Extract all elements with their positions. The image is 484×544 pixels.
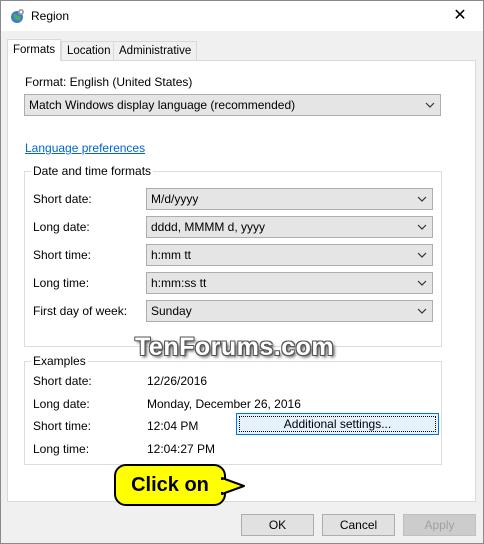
long-date-label: Long date:	[33, 220, 90, 234]
cancel-button[interactable]: Cancel	[322, 514, 395, 536]
short-time-dropdown[interactable]: h:mm tt	[146, 244, 433, 266]
long-date-dropdown[interactable]: dddd, MMMM d, yyyy	[146, 216, 433, 238]
tab-location[interactable]: Location	[61, 41, 117, 60]
short-time-value: h:mm tt	[151, 248, 192, 262]
format-dropdown-value: Match Windows display language (recommen…	[29, 98, 296, 112]
example-short-date-value: 12/26/2016	[147, 374, 208, 388]
callout-arrow-icon	[220, 477, 245, 495]
formats-panel: Format: English (United States) Match Wi…	[7, 60, 476, 502]
format-label: Format: English (United States)	[25, 75, 193, 89]
short-date-label: Short date:	[33, 192, 92, 206]
apply-button[interactable]: Apply	[403, 514, 476, 536]
region-globe-icon	[11, 9, 24, 23]
chevron-down-icon	[417, 280, 427, 286]
long-time-label: Long time:	[33, 276, 90, 290]
short-time-label: Short time:	[33, 248, 92, 262]
date-time-formats-group: Date and time formats Short date: M/d/yy…	[24, 164, 442, 347]
first-day-of-week-label: First day of week:	[33, 304, 128, 318]
watermark: TenForums.com	[135, 333, 335, 361]
example-long-time-label: Long time:	[33, 442, 90, 456]
language-preferences-link[interactable]: Language preferences	[25, 141, 145, 155]
long-time-value: h:mm:ss tt	[151, 276, 207, 290]
long-time-dropdown[interactable]: h:mm:ss tt	[146, 272, 433, 294]
chevron-down-icon	[417, 252, 427, 258]
click-on-callout: Click on	[114, 464, 226, 506]
first-day-of-week-dropdown[interactable]: Sunday	[146, 300, 433, 322]
example-long-time-value: 12:04:27 PM	[147, 442, 216, 456]
chevron-down-icon	[417, 196, 427, 202]
ok-button[interactable]: OK	[241, 514, 314, 536]
example-short-time-value: 12:04 PM	[147, 419, 199, 433]
chevron-down-icon	[417, 224, 427, 230]
long-date-value: dddd, MMMM d, yyyy	[151, 220, 266, 234]
short-date-dropdown[interactable]: M/d/yyyy	[146, 188, 433, 210]
first-day-of-week-value: Sunday	[151, 304, 192, 318]
short-date-value: M/d/yyyy	[151, 192, 199, 206]
date-time-group-title: Date and time formats	[31, 164, 154, 178]
examples-group-title: Examples	[31, 354, 88, 368]
region-dialog: Region ✕ Formats Location Administrative…	[0, 0, 484, 544]
chevron-down-icon	[425, 102, 435, 108]
title-bar: Region ✕	[1, 1, 483, 31]
format-dropdown[interactable]: Match Windows display language (recommen…	[24, 94, 441, 116]
example-long-date-label: Long date:	[33, 397, 90, 411]
chevron-down-icon	[417, 308, 427, 314]
example-short-date-label: Short date:	[33, 374, 92, 388]
example-short-time-label: Short time:	[33, 419, 92, 433]
close-icon[interactable]: ✕	[437, 1, 483, 31]
window-title: Region	[31, 9, 70, 23]
example-long-date-value: Monday, December 26, 2016	[147, 397, 301, 411]
additional-settings-button[interactable]: Additional settings...	[236, 413, 439, 435]
tab-administrative[interactable]: Administrative	[113, 41, 198, 60]
tab-formats[interactable]: Formats	[7, 39, 62, 61]
